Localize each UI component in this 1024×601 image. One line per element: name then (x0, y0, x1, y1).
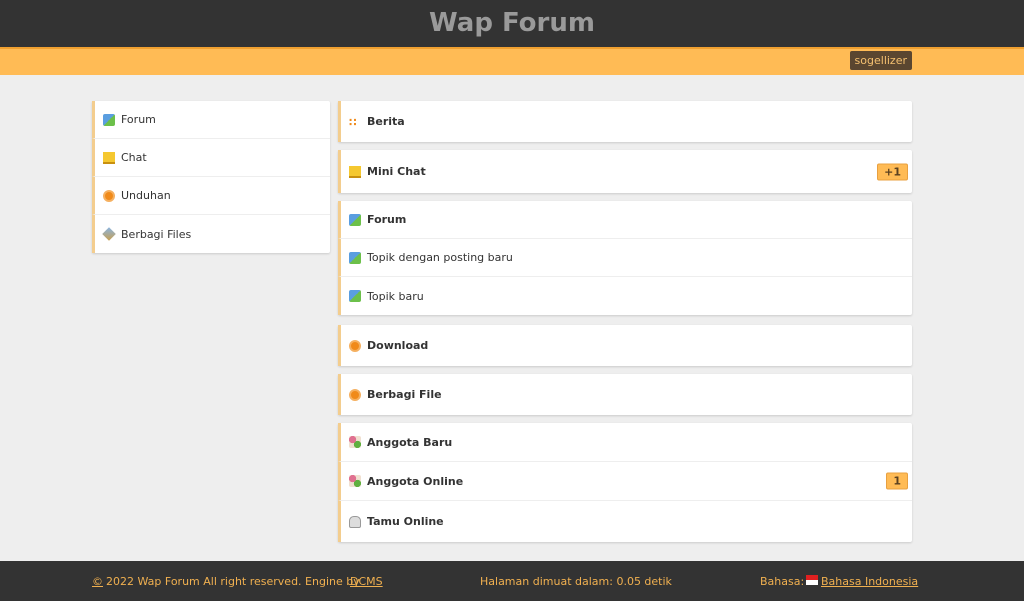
new-message-badge: +1 (877, 163, 908, 180)
share-link[interactable]: Berbagi File (338, 374, 912, 415)
forum-icon (349, 213, 361, 226)
forum-link[interactable]: Forum (338, 201, 912, 239)
sidebar-item-berbagi-files[interactable]: Berbagi Files (92, 215, 330, 253)
section-share: Berbagi File (338, 374, 912, 415)
link-label: Topik dengan posting baru (367, 251, 513, 264)
sidebar-item-label: Forum (121, 113, 156, 126)
users-icon (349, 436, 361, 448)
section-title: Mini Chat (367, 165, 426, 178)
section-title: Berbagi File (367, 388, 442, 401)
footer: © 2022 Wap Forum All right reserved. Eng… (0, 561, 1024, 601)
link-label: Topik baru (367, 289, 424, 303)
section-title: Anggota Baru (367, 435, 453, 449)
sidebar-item-label: Chat (121, 151, 147, 164)
section-minichat: Mini Chat +1 (338, 150, 912, 193)
download-icon (349, 339, 361, 352)
sidebar-item-unduhan[interactable]: Unduhan (92, 177, 330, 215)
section-download: Download (338, 325, 912, 366)
dcms-link[interactable]: DCMS (350, 575, 383, 588)
header: Wap Forum (0, 0, 1024, 47)
chat-icon (349, 165, 361, 178)
username-button[interactable]: sogellizer (849, 51, 912, 70)
user-bar: sogellizer (0, 47, 1024, 75)
chat-icon (103, 151, 115, 164)
share-icon (102, 227, 116, 241)
online-count-badge: 1 (886, 472, 908, 490)
language-link[interactable]: Bahasa Indonesia (821, 575, 918, 588)
section-title: Anggota Online (367, 474, 464, 488)
sidebar-item-chat[interactable]: Chat (92, 139, 330, 177)
berita-link[interactable]: ∷ Berita (338, 101, 912, 142)
rss-icon: ∷ (349, 115, 357, 129)
sidebar-item-forum[interactable]: Forum (92, 101, 330, 139)
section-members: Anggota Baru Anggota Online 1 Tamu Online (338, 423, 912, 542)
minichat-link[interactable]: Mini Chat +1 (338, 150, 912, 193)
forum-icon (349, 251, 361, 264)
online-guests-link[interactable]: Tamu Online (338, 501, 912, 542)
indonesia-flag-icon (806, 575, 818, 585)
forum-icon (349, 290, 361, 302)
section-title: Berita (367, 115, 405, 128)
online-members-link[interactable]: Anggota Online 1 (338, 462, 912, 501)
download-link[interactable]: Download (338, 325, 912, 366)
copyright-link[interactable]: © (92, 575, 103, 588)
section-title: Forum (367, 213, 407, 226)
new-posts-link[interactable]: Topik dengan posting baru (338, 239, 912, 277)
sidebar-item-label: Unduhan (121, 189, 171, 202)
load-time: Halaman dimuat dalam: 0.05 detik (480, 575, 672, 588)
copyright-text: 2022 Wap Forum All right reserved. Engin… (106, 575, 360, 588)
download-icon (103, 189, 115, 202)
new-members-link[interactable]: Anggota Baru (338, 423, 912, 462)
users-icon (349, 475, 361, 487)
guest-icon (349, 515, 361, 528)
section-berita: ∷ Berita (338, 101, 912, 142)
sidebar: Forum Chat Unduhan Berbagi Files (92, 101, 330, 253)
section-title: Download (367, 339, 429, 352)
language-label: Bahasa: (760, 575, 805, 588)
site-title[interactable]: Wap Forum (0, 0, 1024, 47)
forum-icon (103, 113, 115, 126)
new-topics-link[interactable]: Topik baru (338, 277, 912, 315)
download-icon (349, 388, 361, 401)
section-title: Tamu Online (367, 515, 444, 528)
section-forum: Forum Topik dengan posting baru Topik ba… (338, 201, 912, 315)
sidebar-item-label: Berbagi Files (121, 227, 192, 241)
